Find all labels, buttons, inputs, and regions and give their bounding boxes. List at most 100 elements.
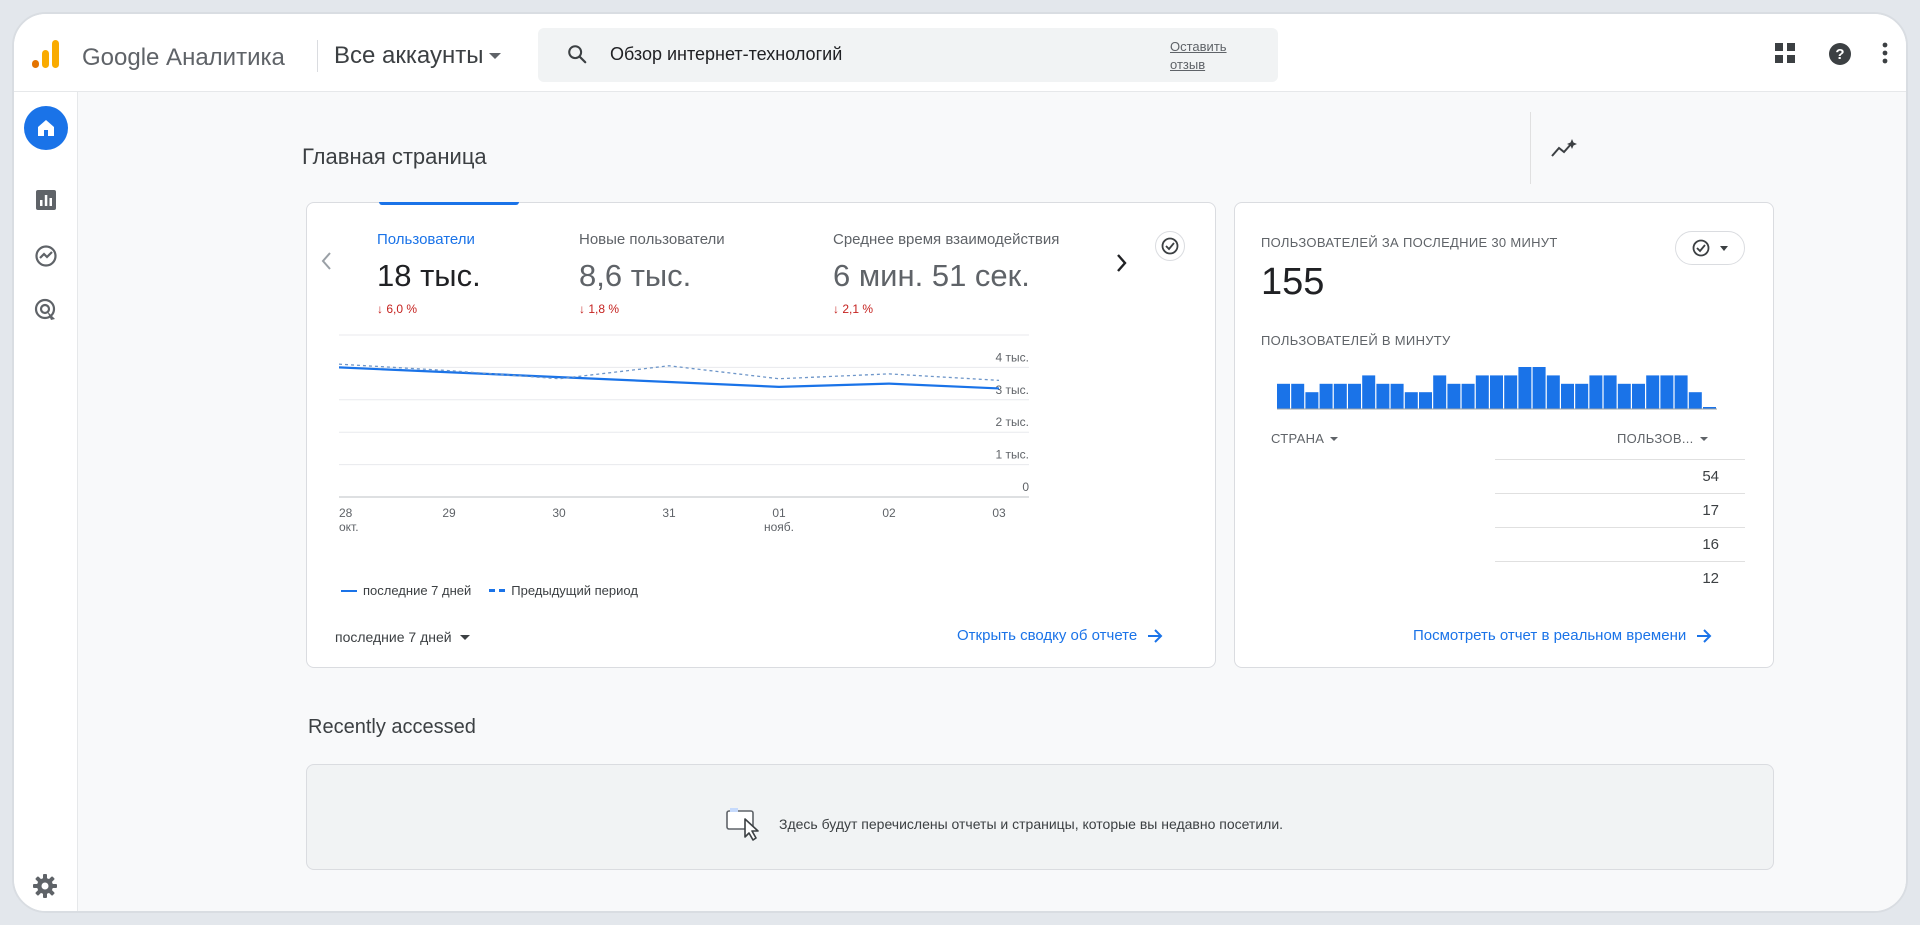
minute-bar[interactable] <box>1674 375 1688 409</box>
open-report-link[interactable]: Открыть сводку об отчете <box>957 627 1163 644</box>
realtime-title: ПОЛЬЗОВАТЕЛЕЙ ЗА ПОСЛЕДНИЕ 30 МИНУТ <box>1261 235 1558 250</box>
column-header-country[interactable]: СТРАНА <box>1271 431 1339 446</box>
row-value: 12 <box>1702 570 1719 587</box>
row-value: 17 <box>1702 502 1719 519</box>
feedback-link[interactable]: Оставить отзыв <box>1170 38 1250 74</box>
caret-down-icon <box>459 634 470 640</box>
minute-bar[interactable] <box>1532 367 1546 409</box>
minute-bar[interactable] <box>1575 383 1589 409</box>
realtime-card: ПОЛЬЗОВАТЕЛЕЙ ЗА ПОСЛЕДНИЕ 30 МИНУТ 155 … <box>1234 202 1774 668</box>
minute-bar[interactable] <box>1475 375 1489 409</box>
arrow-right-icon <box>1697 628 1712 643</box>
table-row[interactable]: 54 <box>1495 459 1745 493</box>
x-tick-label: 31 <box>662 506 676 520</box>
x-tick-label: 02 <box>882 506 896 520</box>
minute-bar[interactable] <box>1632 383 1645 409</box>
table-row[interactable]: 16 <box>1495 527 1745 561</box>
realtime-report-link[interactable]: Посмотреть отчет в реальном времени <box>1413 627 1712 644</box>
metric-value: 8,6 тыс. <box>579 258 692 293</box>
search-text: Обзор интернет-технологий <box>610 44 843 64</box>
y-tick-label: 0 <box>1022 480 1029 494</box>
feedback-link-line2: отзыв <box>1170 57 1206 72</box>
metric-new-users[interactable]: Новые пользователи 8,6 тыс. ↓ 1,8 % <box>579 231 725 316</box>
metric-users[interactable]: Пользователи 18 тыс. ↓ 6,0 % <box>377 231 481 316</box>
cursor-pointer-window-icon <box>726 808 759 841</box>
settings-gear-icon[interactable] <box>32 873 58 899</box>
recently-accessed-title: Recently accessed <box>308 716 476 738</box>
minute-bar[interactable] <box>1447 383 1461 409</box>
minute-bar[interactable] <box>1419 392 1432 409</box>
minute-bar[interactable] <box>1305 392 1319 409</box>
account-selector-label: Все аккаунты <box>334 42 484 69</box>
active-tab-indicator <box>379 202 519 205</box>
date-range-selector[interactable]: последние 7 дней <box>335 629 470 645</box>
metric-label: Среднее время взаимодействия <box>833 231 1060 248</box>
column-header-label: ПОЛЬЗОВ... <box>1617 431 1694 446</box>
minute-bar[interactable] <box>1390 383 1404 409</box>
arrow-right-icon <box>1148 628 1163 643</box>
account-selector[interactable]: Все аккаунты <box>334 42 502 70</box>
overview-card: Пользователи 18 тыс. ↓ 6,0 % Новые польз… <box>306 202 1216 668</box>
table-row[interactable]: 12 <box>1495 561 1745 595</box>
column-header-users[interactable]: ПОЛЬЗОВ... <box>1617 431 1708 446</box>
minute-bar[interactable] <box>1688 392 1702 409</box>
minute-bar[interactable] <box>1546 375 1560 409</box>
chevron-right-icon[interactable] <box>1115 253 1127 273</box>
home-icon <box>38 120 54 136</box>
minute-bar[interactable] <box>1376 383 1390 409</box>
metric-engagement-time[interactable]: Среднее время взаимодействия 6 мин. 51 с… <box>833 231 1059 316</box>
caret-down-icon <box>1720 245 1728 251</box>
metric-delta-value: 2,1 % <box>842 302 874 316</box>
analytics-logo-icon[interactable] <box>30 38 62 70</box>
divider <box>317 40 318 72</box>
minute-bar[interactable] <box>1291 383 1305 409</box>
metric-delta-value: 1,8 % <box>588 302 620 316</box>
insights-sparkle-icon[interactable] <box>1550 138 1578 160</box>
minute-bar[interactable] <box>1461 383 1475 409</box>
metric-label: Пользователи <box>377 231 475 248</box>
metric-value: 18 тыс. <box>377 258 481 293</box>
minute-bar[interactable] <box>1660 375 1674 409</box>
help-icon[interactable]: ? <box>1828 42 1852 66</box>
reports-bar-chart-icon[interactable] <box>34 188 58 212</box>
minute-bar[interactable] <box>1589 375 1603 409</box>
advertising-icon[interactable] <box>34 298 58 322</box>
minute-bar[interactable] <box>1433 375 1447 409</box>
minute-bar[interactable] <box>1518 367 1532 409</box>
app-window: Google Аналитика Все аккаунты Обзор инте… <box>12 12 1908 913</box>
y-tick-label: 5 тыс. <box>996 331 1029 332</box>
minute-bar[interactable] <box>1404 392 1418 409</box>
users-line-chart: 0 1 тыс. 2 тыс. 3 тыс. 4 тыс. 5 тыс. 28окт. 29 3… <box>339 331 1029 534</box>
table-row[interactable]: 17 <box>1495 493 1745 527</box>
realtime-compare-dropdown[interactable] <box>1675 231 1745 265</box>
search-bar[interactable]: Обзор интернет-технологий Оставить отзыв <box>538 28 1278 82</box>
empty-state-text: Здесь будут перечислены отчеты и страниц… <box>779 816 1284 832</box>
x-tick-label: 30 <box>552 506 566 520</box>
main-content: Главная страница Пользователи 18 тыс. ↓ … <box>78 92 1906 911</box>
recently-accessed-empty-state: Здесь будут перечислены отчеты и страниц… <box>725 807 1283 841</box>
minute-bar[interactable] <box>1603 375 1617 409</box>
metric-label: Новые пользователи <box>579 231 725 248</box>
apps-grid-icon[interactable] <box>1774 42 1796 64</box>
realtime-report-link-label: Посмотреть отчет в реальном времени <box>1413 627 1687 644</box>
row-value: 16 <box>1702 536 1719 553</box>
caret-down-icon <box>1699 436 1708 441</box>
nav-home[interactable] <box>24 106 68 150</box>
minute-bar[interactable] <box>1490 375 1503 409</box>
minute-bar[interactable] <box>1277 383 1290 409</box>
minute-bar[interactable] <box>1319 383 1333 409</box>
minute-bar[interactable] <box>1333 383 1347 409</box>
minute-bar[interactable] <box>1561 383 1574 409</box>
check-circle-icon <box>1161 237 1179 255</box>
more-vert-icon[interactable] <box>1882 42 1888 64</box>
minute-bar[interactable] <box>1362 375 1376 409</box>
explore-icon[interactable] <box>34 244 58 268</box>
caret-down-icon <box>1330 436 1339 441</box>
chevron-left-icon[interactable] <box>321 251 333 271</box>
minute-bar[interactable] <box>1504 375 1518 409</box>
minute-bar[interactable] <box>1617 383 1631 409</box>
minute-bar[interactable] <box>1646 375 1660 409</box>
compare-status-button[interactable] <box>1155 231 1185 261</box>
minute-bar[interactable] <box>1348 383 1361 409</box>
legend-label: Предыдущий период <box>511 583 638 598</box>
